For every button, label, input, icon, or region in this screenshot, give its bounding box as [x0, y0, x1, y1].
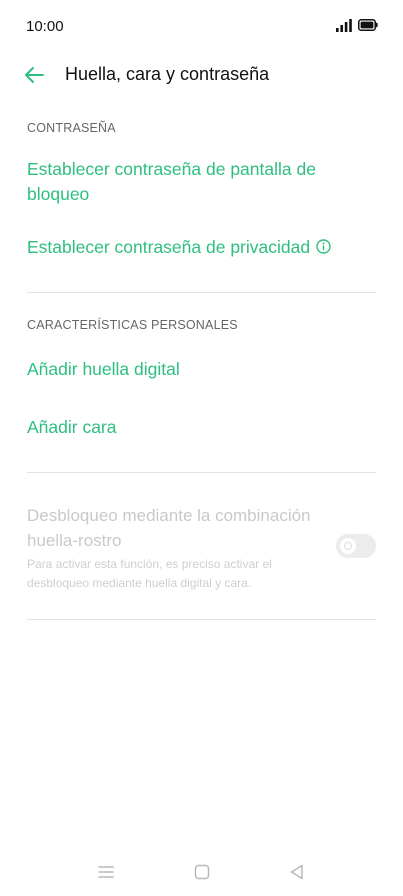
battery-icon — [358, 19, 378, 31]
divider — [27, 292, 376, 293]
toggle-knob — [340, 538, 356, 554]
combo-unlock-description: Para activar esta función, es preciso ac… — [27, 557, 272, 590]
set-privacy-password-label: Establecer contraseña de privacidad — [27, 237, 311, 257]
divider — [27, 472, 376, 473]
home-icon[interactable] — [192, 862, 212, 882]
signal-icon — [336, 19, 352, 32]
set-privacy-password-link[interactable]: Establecer contraseña de privacidad — [27, 235, 357, 260]
app-bar: Huella, cara y contraseña — [0, 56, 403, 96]
back-icon[interactable] — [287, 862, 307, 882]
status-time: 10:00 — [26, 18, 64, 35]
section-header-password: CONTRASEÑA — [27, 121, 116, 135]
divider — [27, 619, 376, 620]
menu-icon[interactable] — [96, 862, 116, 882]
navigation-bar — [0, 852, 403, 892]
combo-unlock-toggle[interactable] — [336, 534, 376, 558]
back-arrow-icon[interactable] — [23, 64, 45, 86]
page-title: Huella, cara y contraseña — [65, 64, 270, 84]
combo-unlock-title: Desbloqueo mediante la combinación huell… — [27, 506, 311, 550]
info-icon[interactable] — [316, 239, 331, 254]
set-lockscreen-password-link[interactable]: Establecer contraseña de pantalla de blo… — [27, 157, 357, 207]
status-bar: 10:00 — [0, 0, 403, 52]
add-face-link[interactable]: Añadir cara — [27, 415, 357, 440]
add-fingerprint-link[interactable]: Añadir huella digital — [27, 357, 357, 382]
section-header-personal: CARACTERÍSTICAS PERSONALES — [27, 318, 238, 332]
